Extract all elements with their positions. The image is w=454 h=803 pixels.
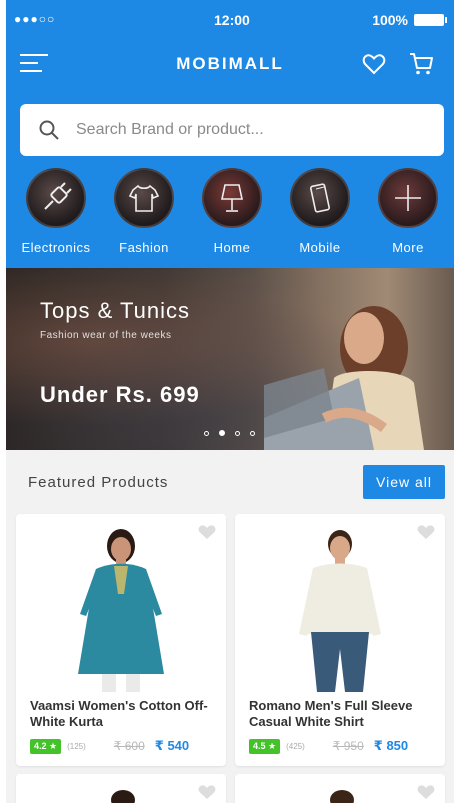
- category-label: Mobile: [299, 240, 341, 255]
- cart-icon[interactable]: [408, 52, 434, 76]
- old-price: ₹ 600: [113, 739, 145, 753]
- carousel-dot-active[interactable]: [219, 430, 225, 436]
- search-input[interactable]: [76, 104, 426, 156]
- category-image: [26, 168, 86, 228]
- category-electronics[interactable]: Electronics: [11, 168, 101, 255]
- product-image: [299, 530, 381, 692]
- product-meta: 4.2 ★ (125) ₹ 600 ₹ 540: [30, 738, 230, 754]
- carousel-dots: [204, 430, 255, 436]
- category-fashion[interactable]: Fashion: [99, 168, 189, 255]
- product-image: [111, 790, 135, 803]
- product-card[interactable]: Romano Men's Full Sleeve Casual White Sh…: [235, 514, 445, 766]
- carousel-dot[interactable]: [235, 430, 240, 436]
- product-name: Romano Men's Full Sleeve Casual White Sh…: [249, 698, 413, 729]
- category-label: Fashion: [119, 240, 169, 255]
- carousel-dot[interactable]: [204, 430, 209, 436]
- signal-indicator: ●●●○○: [14, 12, 56, 26]
- search-bar[interactable]: [20, 104, 444, 156]
- product-meta: 4.5 ★ (425) ₹ 950 ₹ 850: [249, 738, 449, 754]
- new-price: ₹ 540: [154, 738, 190, 753]
- promo-banner[interactable]: Tops & Tunics Fashion wear of the weeks …: [6, 268, 454, 450]
- search-icon: [39, 120, 59, 140]
- wishlist-heart-icon[interactable]: [198, 784, 216, 800]
- category-image: [202, 168, 262, 228]
- wishlist-heart-icon[interactable]: [198, 524, 216, 540]
- featured-title: Featured Products: [28, 474, 169, 491]
- category-label: Electronics: [21, 240, 91, 255]
- category-row: Electronics Fashion Home Mobile More: [6, 168, 454, 264]
- category-image: [290, 168, 350, 228]
- product-image: [78, 529, 164, 692]
- product-card[interactable]: Vaamsi Women's Cotton Off-White Kurta 4.…: [16, 514, 226, 766]
- product-card[interactable]: [16, 774, 226, 803]
- category-image: [378, 168, 438, 228]
- app-title: MOBIMALL: [176, 54, 284, 73]
- category-label: Home: [213, 240, 251, 255]
- category-more[interactable]: More: [363, 168, 453, 255]
- battery-status: 100%: [372, 12, 447, 28]
- view-all-button[interactable]: View all: [363, 465, 445, 499]
- status-bar: ●●●○○ 12:00 100%: [6, 0, 454, 40]
- banner-price: Under Rs. 699: [40, 382, 200, 407]
- featured-section: Featured Products View all Vaamsi Women'…: [6, 450, 454, 803]
- category-home[interactable]: Home: [187, 168, 277, 255]
- top-bar: MOBIMALL: [6, 40, 454, 90]
- wishlist-heart-icon[interactable]: [362, 52, 386, 76]
- category-mobile[interactable]: Mobile: [275, 168, 365, 255]
- phone-icon: [310, 183, 330, 213]
- product-image: [330, 790, 354, 803]
- old-price: ₹ 950: [332, 739, 364, 753]
- category-image: [114, 168, 174, 228]
- battery-icon: [414, 14, 447, 26]
- plug-icon: [44, 182, 72, 210]
- plus-icon: [395, 185, 421, 211]
- wishlist-heart-icon[interactable]: [417, 524, 435, 540]
- product-name: Vaamsi Women's Cotton Off-White Kurta: [30, 698, 208, 729]
- battery-percent: 100%: [372, 12, 408, 28]
- new-price: ₹ 850: [373, 738, 409, 753]
- lamp-icon: [221, 184, 243, 212]
- wishlist-heart-icon[interactable]: [417, 784, 435, 800]
- banner-subtitle: Fashion wear of the weeks: [40, 330, 172, 341]
- banner-model-image: [264, 306, 424, 450]
- product-card[interactable]: [235, 774, 445, 803]
- status-time: 12:00: [214, 12, 250, 28]
- banner-title: Tops & Tunics: [40, 298, 190, 323]
- review-count: (125): [67, 741, 86, 751]
- rating-badge: 4.2 ★: [30, 738, 62, 754]
- carousel-dot[interactable]: [250, 430, 255, 436]
- review-count: (425): [286, 741, 305, 751]
- tshirt-icon: [128, 184, 160, 212]
- category-label: More: [392, 240, 424, 255]
- rating-badge: 4.5 ★: [249, 738, 281, 754]
- app-header: ●●●○○ 12:00 100% MOBIMALL Search Brand o…: [6, 0, 454, 268]
